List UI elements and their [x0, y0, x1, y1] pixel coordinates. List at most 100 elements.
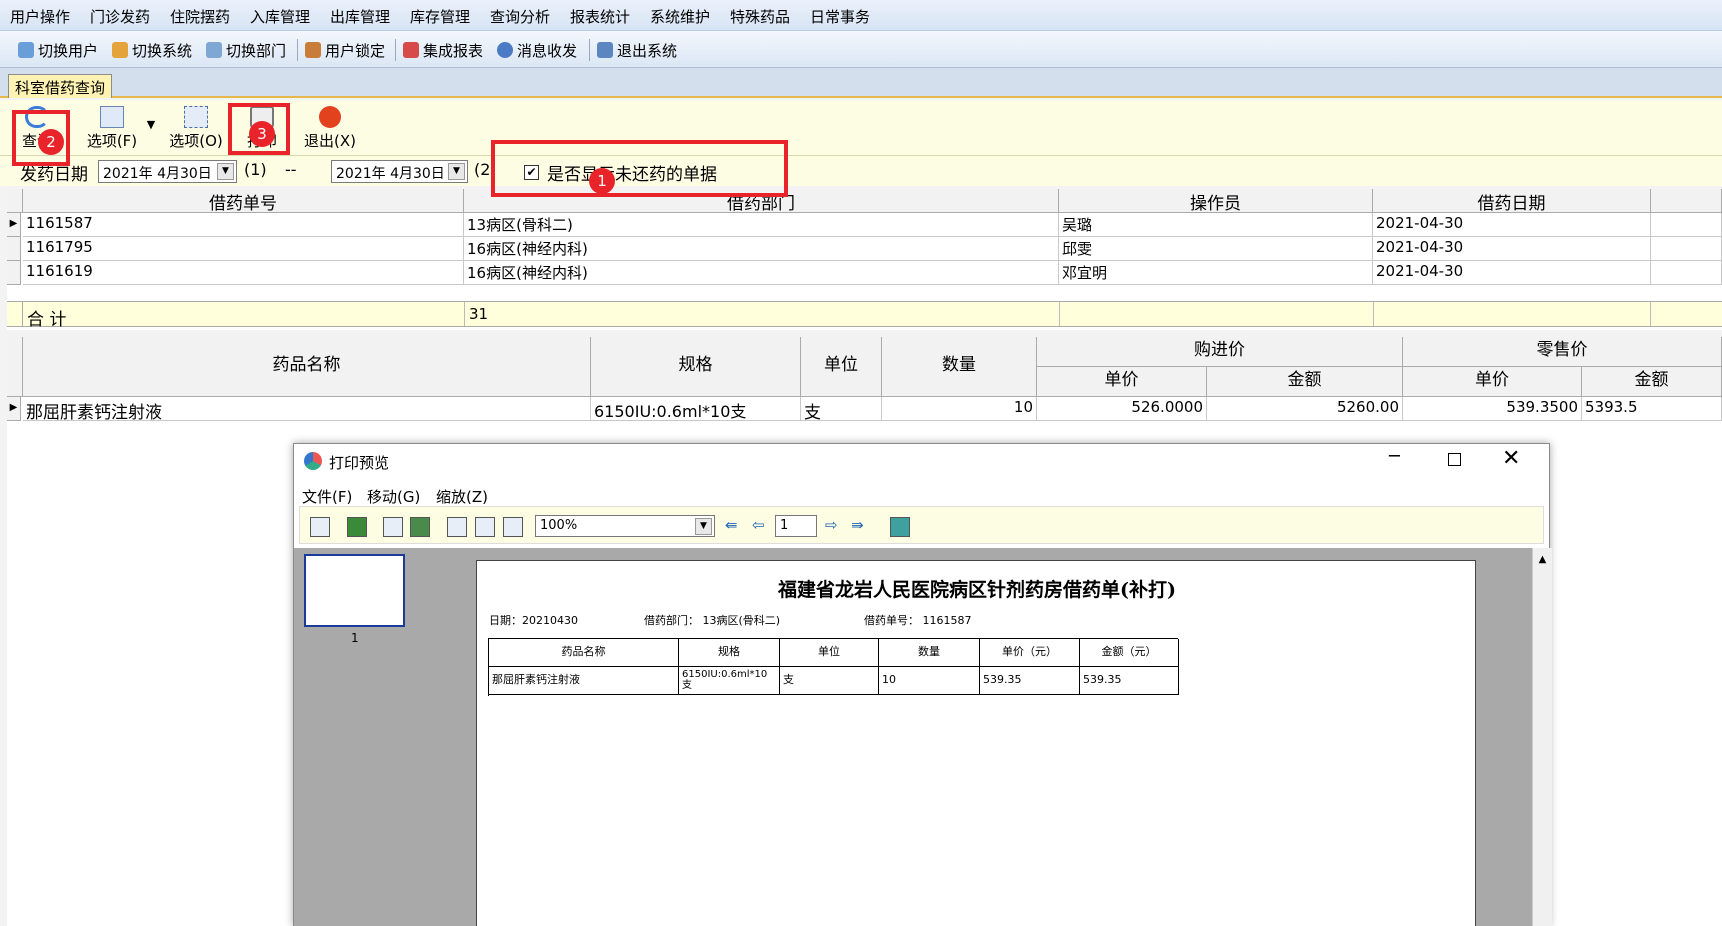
single-page-icon[interactable] [447, 517, 467, 537]
table-cell[interactable]: 2021-04-30 [1373, 237, 1651, 261]
col-header-borrow-no[interactable]: 借药单号 [23, 189, 464, 214]
table-cell[interactable]: 邱雯 [1059, 237, 1373, 261]
last-page-icon[interactable]: ⇛ [851, 516, 864, 534]
save-icon[interactable] [347, 517, 367, 537]
chevron-down-icon[interactable]: ▼ [448, 163, 465, 180]
switch-user-button[interactable]: 切换用户 [18, 39, 98, 61]
messages-button[interactable]: 消息收发 [497, 39, 577, 61]
menu-outbound[interactable]: 出库管理 [330, 6, 390, 27]
options-o-button[interactable]: 选项(O) [168, 100, 224, 156]
table-cell[interactable]: 539.3500 [1403, 397, 1582, 421]
menu-inbound[interactable]: 入库管理 [250, 6, 310, 27]
switch-dept-button[interactable]: 切换部门 [206, 39, 286, 61]
close-icon[interactable]: ✕ [1502, 446, 1520, 471]
menu-daily[interactable]: 日常事务 [810, 6, 870, 27]
doc-col-unit: 单位 [780, 639, 879, 667]
col-header-drug-name[interactable]: 药品名称 [23, 337, 591, 397]
preview-menu-file[interactable]: 文件(F) [302, 486, 352, 507]
col-header-retail-unit-price[interactable]: 单价 [1403, 367, 1582, 397]
doc-dept: 借药部门： 13病区(骨科二) [644, 614, 781, 627]
table-cell[interactable]: 10 [882, 397, 1037, 421]
col-header-purchase-amount[interactable]: 金额 [1207, 367, 1403, 397]
table-cell[interactable]: 5260.00 [1207, 397, 1403, 421]
preview-scrollbar[interactable]: ▲ [1532, 548, 1552, 926]
table-cell[interactable]: 526.0000 [1037, 397, 1207, 421]
page-number-input[interactable]: 1 [775, 515, 817, 537]
fit-page-icon[interactable] [503, 517, 523, 537]
scroll-up-icon[interactable]: ▲ [1533, 554, 1552, 565]
table-cell[interactable]: 2021-04-30 [1373, 261, 1651, 285]
preview-menu-move[interactable]: 移动(G) [367, 486, 420, 507]
col-header-retail-amount[interactable]: 金额 [1582, 367, 1722, 397]
menu-reports[interactable]: 报表统计 [570, 6, 630, 27]
table-cell[interactable]: 16病区(神经内科) [464, 237, 1059, 261]
close-preview-icon[interactable] [890, 517, 910, 537]
menu-outpatient[interactable]: 门诊发药 [90, 6, 150, 27]
doc-col-amount: 金额（元） [1080, 639, 1179, 667]
first-page-icon[interactable]: ⇚ [725, 516, 738, 534]
menu-user-ops[interactable]: 用户操作 [10, 6, 70, 27]
find-icon[interactable] [383, 517, 403, 537]
menu-special-drugs[interactable]: 特殊药品 [730, 6, 790, 27]
exit-system-button[interactable]: 退出系统 [597, 39, 677, 61]
menu-query[interactable]: 查询分析 [490, 6, 550, 27]
minimize-icon[interactable]: ─ [1389, 446, 1400, 467]
col-header-spec[interactable]: 规格 [591, 337, 801, 397]
doc-title: 福建省龙岩人民医院病区针剂药房借药单(补打) [778, 579, 1176, 601]
doc-cell: 那屈肝素钙注射液 [489, 667, 679, 695]
menu-stock[interactable]: 库存管理 [410, 6, 470, 27]
col-header-qty[interactable]: 数量 [882, 337, 1037, 397]
table-cell[interactable]: 5393.5 [1582, 397, 1722, 421]
thumbnail-panel: 1 [294, 548, 428, 926]
table-cell[interactable]: 邓宜明 [1059, 261, 1373, 285]
prev-page-icon[interactable]: ⇦ [752, 516, 765, 534]
thumbnail-label: 1 [351, 631, 359, 645]
table-cell [1651, 237, 1722, 261]
menu-system[interactable]: 系统维护 [650, 6, 710, 27]
table-cell[interactable]: 13病区(骨科二) [464, 213, 1059, 237]
chevron-down-icon[interactable]: ▼ [217, 163, 234, 180]
options-f-button[interactable]: 选项(F) [80, 100, 144, 156]
chevron-down-icon[interactable]: ▼ [144, 118, 158, 132]
maximize-icon[interactable] [1448, 453, 1461, 466]
chevron-down-icon[interactable]: ▼ [695, 518, 712, 535]
menu-inpatient[interactable]: 住院摆药 [170, 6, 230, 27]
col-header-unit[interactable]: 单位 [801, 337, 882, 397]
switch-icon [112, 42, 128, 58]
table-cell[interactable]: 吴璐 [1059, 213, 1373, 237]
exit-button[interactable]: 退出(X) [300, 100, 360, 156]
table-cell[interactable]: 1161587 [23, 213, 464, 237]
doc-col-price: 单价（元） [980, 639, 1080, 667]
zoom-icon[interactable] [310, 517, 330, 537]
tab-dept-borrow-query[interactable]: 科室借药查询 [8, 74, 113, 98]
preview-menu-zoom[interactable]: 缩放(Z) [436, 486, 488, 507]
lock-user-button[interactable]: 用户锁定 [305, 39, 385, 61]
zoom-select[interactable]: 100% ▼ [535, 515, 715, 537]
app-logo-icon [304, 452, 322, 470]
integrated-report-button[interactable]: 集成报表 [403, 39, 483, 61]
toolbar-divider [589, 39, 590, 61]
doc-cell: 539.35 [980, 667, 1080, 695]
options-icon [100, 106, 124, 128]
doc-cell: 539.35 [1080, 667, 1179, 695]
table-cell[interactable]: 2021-04-30 [1373, 213, 1651, 237]
printer-icon[interactable] [410, 517, 430, 537]
table-cell[interactable]: 6150IU:0.6ml*10支 [591, 397, 801, 421]
date-to-picker[interactable]: 2021年 4月30日 ▼ [331, 160, 468, 183]
col-header-borrow-date[interactable]: 借药日期 [1373, 189, 1651, 214]
col-header-purchase-price[interactable]: 购进价 [1037, 337, 1403, 367]
table-cell[interactable]: 支 [801, 397, 882, 421]
switch-system-button[interactable]: 切换系统 [112, 39, 192, 61]
table-cell[interactable]: 1161619 [23, 261, 464, 285]
next-page-icon[interactable]: ⇨ [825, 516, 838, 534]
page-thumbnail[interactable] [304, 554, 405, 627]
col-header-purchase-unit-price[interactable]: 单价 [1037, 367, 1207, 397]
doc-col-qty: 数量 [879, 639, 980, 667]
col-header-retail-price[interactable]: 零售价 [1403, 337, 1722, 367]
col-header-operator[interactable]: 操作员 [1059, 189, 1373, 214]
table-cell[interactable]: 1161795 [23, 237, 464, 261]
table-cell[interactable]: 16病区(神经内科) [464, 261, 1059, 285]
date-from-picker[interactable]: 2021年 4月30日 ▼ [98, 160, 237, 183]
page-setup-icon[interactable] [475, 517, 495, 537]
table-cell[interactable]: 那屈肝素钙注射液 [23, 397, 591, 421]
